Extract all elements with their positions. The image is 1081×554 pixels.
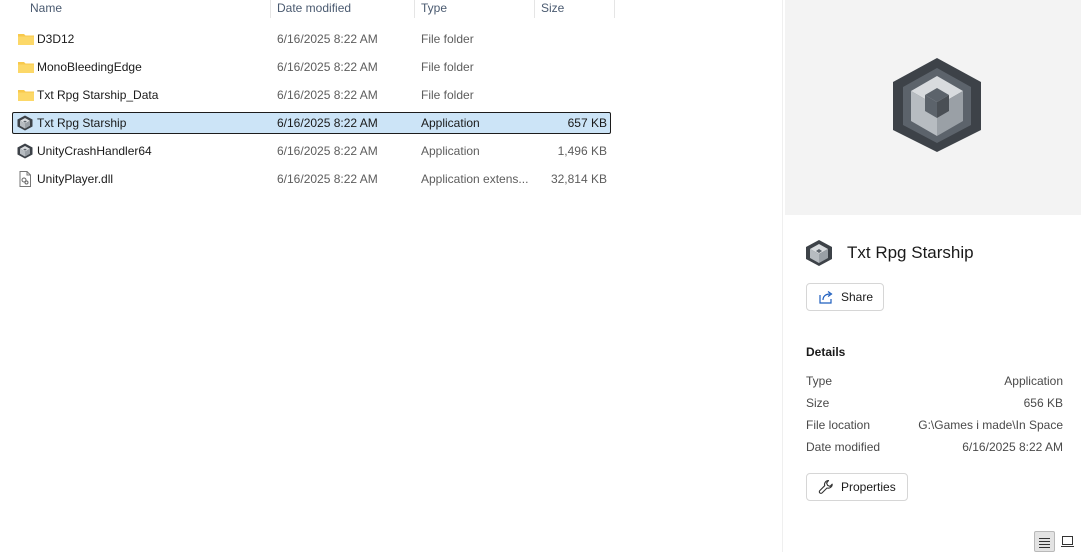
details-view-button[interactable] — [1034, 531, 1055, 552]
file-row[interactable]: Txt Rpg Starship_Data 6/16/2025 8:22 AM Fi… — [12, 84, 611, 106]
file-type: Application — [421, 144, 480, 158]
file-name: MonoBleedingEdge — [37, 60, 142, 74]
file-type: Application — [421, 116, 480, 130]
properties-button-label: Properties — [841, 480, 896, 494]
folder-icon — [17, 59, 35, 75]
file-type: File folder — [421, 60, 474, 74]
file-date-modified: 6/16/2025 8:22 AM — [277, 116, 378, 130]
share-button-label: Share — [841, 290, 874, 304]
file-size — [533, 85, 607, 105]
file-row[interactable]: UnityCrashHandler64 6/16/2025 8:22 AM Appl… — [12, 140, 611, 162]
property-row-date-modified: Date modified 6/16/2025 8:22 AM — [806, 439, 1063, 455]
property-label: File location — [806, 418, 871, 432]
property-label: Date modified — [806, 440, 881, 454]
property-value[interactable]: G:\Games i made\In Space — [918, 417, 1063, 433]
unity-app-icon — [806, 240, 832, 266]
property-row-type: Type Application — [806, 373, 1063, 389]
file-date-modified: 6/16/2025 8:22 AM — [277, 172, 378, 186]
file-list: Name Date modified Type Size D3D12 6/16/2… — [0, 0, 782, 552]
details-heading: Details — [806, 345, 846, 359]
tiles-view-button[interactable] — [1058, 531, 1079, 552]
file-size: 657 KB — [567, 116, 607, 130]
file-row[interactable]: D3D12 6/16/2025 8:22 AM File folder — [12, 28, 611, 50]
wrench-icon — [818, 479, 833, 494]
file-type: Application extens... — [421, 172, 529, 186]
property-label: Size — [806, 396, 830, 410]
column-header-size[interactable]: Size — [535, 0, 615, 18]
file-name: D3D12 — [37, 32, 75, 46]
file-type: File folder — [421, 32, 474, 46]
dll-file-icon — [17, 171, 35, 187]
file-row[interactable]: MonoBleedingEdge 6/16/2025 8:22 AM File fo… — [12, 56, 611, 78]
unity-app-icon — [17, 115, 35, 131]
file-date-modified: 6/16/2025 8:22 AM — [277, 88, 378, 102]
file-date-modified: 6/16/2025 8:22 AM — [277, 32, 378, 46]
file-row[interactable]: UnityPlayer.dll 6/16/2025 8:22 AM Applicat… — [12, 168, 611, 190]
file-name: UnityPlayer.dll — [37, 172, 114, 186]
file-type: File folder — [421, 88, 474, 102]
details-title: Txt Rpg Starship — [847, 243, 974, 262]
property-value: 6/16/2025 8:22 AM — [962, 440, 1063, 454]
file-size — [533, 29, 607, 49]
file-name: UnityCrashHandler64 — [37, 144, 152, 158]
file-row[interactable]: Txt Rpg Starship 6/16/2025 8:22 AM Applica… — [12, 112, 611, 134]
property-label: Type — [806, 374, 833, 388]
file-size: 1,496 KB — [557, 144, 607, 158]
column-header-name[interactable]: Name — [24, 0, 271, 18]
file-size: 32,814 KB — [550, 172, 607, 186]
unity-app-icon — [17, 143, 35, 159]
tiles-view-icon — [1061, 536, 1074, 547]
file-date-modified: 6/16/2025 8:22 AM — [277, 60, 378, 74]
property-row-size: Size 656 KB — [806, 395, 1063, 411]
share-icon — [819, 291, 833, 304]
properties-button[interactable]: Properties — [806, 473, 908, 501]
details-title-row: Txt Rpg Starship — [805, 239, 1075, 267]
file-name: Txt Rpg Starship — [37, 116, 127, 130]
file-name: Txt Rpg Starship_Data — [37, 88, 159, 102]
file-date-modified: 6/16/2025 8:22 AM — [277, 144, 378, 158]
folder-icon — [17, 31, 35, 47]
property-row-file-location: File location G:\Games i made\In Space — [806, 417, 1063, 433]
property-value: Application — [1004, 374, 1063, 388]
details-pane: Txt Rpg Starship Share Details Type Appl… — [783, 0, 1081, 552]
details-view-icon — [1039, 538, 1050, 548]
unity-logo-icon — [893, 58, 981, 152]
preview-area — [785, 0, 1081, 215]
folder-icon — [17, 87, 35, 103]
file-size — [533, 57, 607, 77]
share-button[interactable]: Share — [806, 283, 884, 311]
property-value: 656 KB — [1023, 396, 1063, 410]
column-header-type[interactable]: Type — [415, 0, 535, 18]
column-header-date-modified[interactable]: Date modified — [271, 0, 415, 18]
